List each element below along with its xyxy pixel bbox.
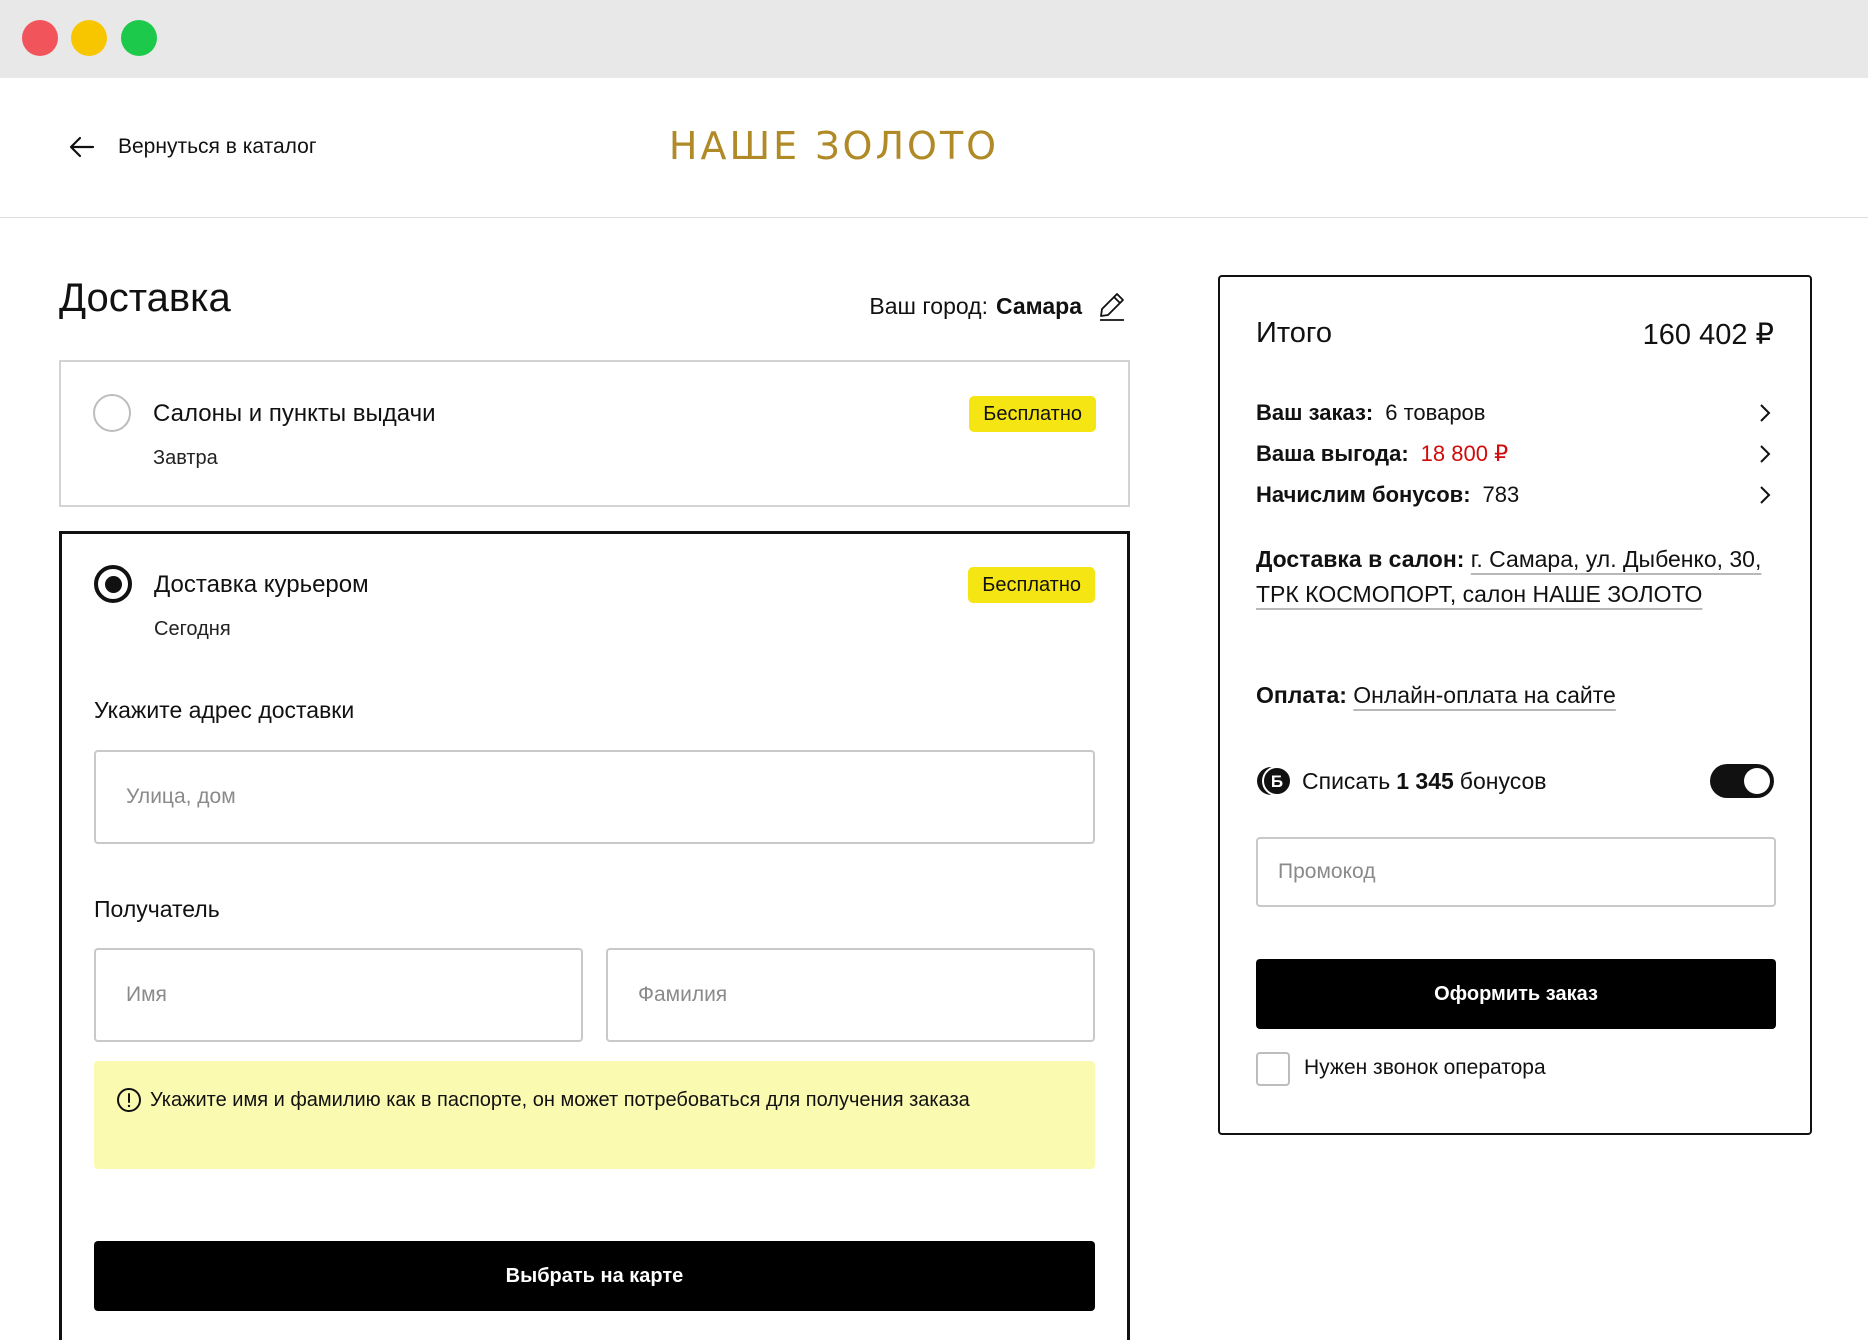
order-items-value: 6 товаров [1385, 400, 1486, 425]
city-label: Ваш город: [869, 292, 988, 319]
courier-radio[interactable] [94, 565, 132, 603]
first-name-field[interactable] [94, 948, 583, 1042]
window-titlebar [0, 0, 1868, 78]
passport-hint-text: Укажите имя и фамилию как в паспорте, он… [150, 1089, 970, 1111]
city-value: Самара [995, 292, 1082, 319]
order-items-row[interactable]: Ваш заказ: 6 товаров [1256, 395, 1774, 431]
exclamation-circle-icon [117, 1088, 141, 1112]
payment-label: Оплата: [1256, 682, 1347, 708]
pickup-price-badge: Бесплатно [969, 396, 1096, 432]
operator-call-label[interactable]: Нужен звонок оператора [1304, 1056, 1546, 1080]
svg-text:Б: Б [1271, 772, 1283, 791]
brand-logo[interactable]: НАШЕ ЗОЛОТО [0, 124, 1868, 168]
courier-title: Доставка курьером [154, 571, 369, 598]
chevron-right-icon[interactable] [1756, 402, 1774, 424]
courier-subtitle: Сегодня [154, 618, 231, 640]
chevron-right-icon[interactable] [1756, 484, 1774, 506]
savings-value: 18 800 ₽ [1420, 441, 1509, 466]
writeoff-suffix: бонусов [1459, 767, 1547, 794]
bonus-coin-icon: Б [1257, 766, 1292, 796]
bonus-accrual-label: Начислим бонусов: [1256, 482, 1471, 507]
chevron-right-icon[interactable] [1756, 443, 1774, 465]
place-order-button[interactable]: Оформить заказ [1256, 959, 1776, 1029]
payment-block: Оплата: Онлайн-оплата на сайте [1256, 682, 1774, 709]
promo-code-field[interactable] [1256, 837, 1776, 907]
pickup-radio[interactable] [93, 394, 131, 432]
courier-price-badge: Бесплатно [968, 567, 1095, 603]
bonus-accrual-value: 783 [1482, 482, 1520, 507]
payment-method-link[interactable]: Онлайн-оплата на сайте [1353, 682, 1616, 708]
pickup-title: Салоны и пункты выдачи [153, 400, 436, 427]
page-title: Доставка [59, 276, 231, 320]
bonus-writeoff-toggle[interactable] [1710, 764, 1774, 798]
choose-on-map-button[interactable]: Выбрать на карте [94, 1241, 1095, 1311]
savings-label: Ваша выгода: [1256, 441, 1409, 466]
writeoff-amount: 1 345 [1396, 767, 1454, 794]
last-name-input[interactable] [608, 950, 1093, 1040]
savings-row[interactable]: Ваша выгода: 18 800 ₽ [1256, 436, 1774, 472]
pickup-subtitle: Завтра [153, 447, 218, 469]
first-name-input[interactable] [96, 950, 581, 1040]
summary-title: Итого [1256, 317, 1332, 349]
delivery-address-label: Доставка в салон: [1256, 546, 1465, 572]
bonus-accrual-row[interactable]: Начислим бонусов: 783 [1256, 477, 1774, 513]
order-items-label: Ваш заказ: [1256, 400, 1374, 425]
recipient-section-label: Получатель [94, 896, 220, 922]
address-input[interactable] [96, 752, 1093, 842]
operator-call-checkbox[interactable] [1256, 1052, 1290, 1086]
pencil-icon[interactable] [1096, 290, 1128, 322]
delivery-address-block: Доставка в салон: г. Самара, ул. Дыбенко… [1256, 542, 1774, 612]
city-selector[interactable]: Ваш город: Самара [869, 290, 1128, 322]
site-header: Вернуться в каталог НАШЕ ЗОЛОТО [0, 78, 1868, 218]
delivery-option-courier[interactable]: Доставка курьером Сегодня Бесплатно Укаж… [59, 531, 1130, 1340]
writeoff-prefix: Списать [1302, 767, 1391, 794]
delivery-option-pickup[interactable]: Салоны и пункты выдачи Завтра Бесплатно [59, 360, 1130, 507]
address-section-label: Укажите адрес доставки [94, 697, 355, 723]
minimize-window-button[interactable] [71, 20, 107, 56]
promo-code-input[interactable] [1258, 839, 1774, 905]
passport-hint-banner: Укажите имя и фамилию как в паспорте, он… [94, 1061, 1095, 1169]
maximize-window-button[interactable] [121, 20, 157, 56]
close-window-button[interactable] [22, 20, 58, 56]
order-summary-panel: Итого 160 402 ₽ Ваш заказ: 6 товаров Ваш… [1218, 275, 1812, 1135]
address-field[interactable] [94, 750, 1095, 844]
bonus-writeoff-row: Б Списать 1 345 бонусов [1256, 760, 1774, 802]
summary-total: 160 402 ₽ [1642, 319, 1774, 351]
last-name-field[interactable] [606, 948, 1095, 1042]
